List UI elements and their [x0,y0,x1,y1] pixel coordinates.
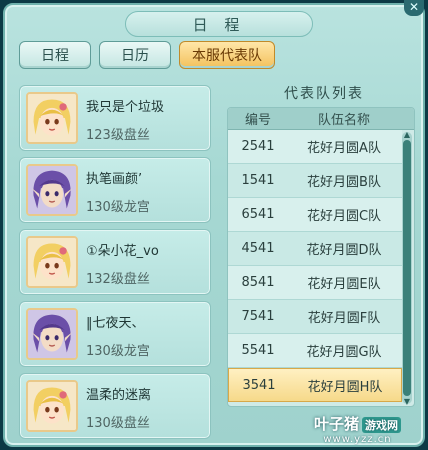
tab-bar: 日程 日历 本服代表队 [19,41,275,69]
purple-hair-avatar [26,164,78,216]
player-card[interactable]: 温柔的迷离 130级盘丝 [19,373,211,439]
player-name: 我只是个垃圾 [86,100,165,115]
table-row[interactable]: 4541 花好月圆D队 [228,232,402,266]
table-row[interactable]: 6541 花好月圆C队 [228,198,402,232]
player-name: ①朵小花_vo [86,244,159,259]
table-header: 编号 队伍名称 [228,108,414,130]
player-name: 执笔画颜’ [86,172,143,187]
tab-schedule[interactable]: 日程 [19,41,91,69]
watermark-brand: 叶子猪 [313,415,359,433]
team-name: 花好月圆G队 [306,345,382,360]
scrollbar[interactable]: ▲ ▼ [402,130,412,406]
team-id: 3541 [242,377,276,393]
player-card[interactable]: ‖七夜天、 130级龙宫 [19,301,211,367]
title-bar: 日 程 [125,11,313,37]
team-id: 7541 [241,309,275,324]
team-name: 花好月圆F队 [307,311,381,326]
team-list-title: 代表队列表 [284,86,364,102]
player-card[interactable]: 执笔画颜’ 130级龙宫 [19,157,211,223]
team-table: 编号 队伍名称 2541 花好月圆A队 1541 花好月圆B队 6541 花好月圆C队 45… [227,107,415,407]
table-row[interactable]: 8541 花好月圆E队 [228,266,402,300]
tab-server-team[interactable]: 本服代表队 [179,41,275,69]
watermark-logo: 叶子猪 游戏网 www.yzz.cn [314,413,401,445]
blonde-girl-avatar [26,380,78,432]
schedule-window: 日 程 日程 日历 本服代表队 我只是个垃圾 123级盘丝 执笔画颜’ 130级龙宫 ①… [3,3,425,447]
table-row[interactable]: 2541 花好月圆A队 [228,130,402,164]
blonde-girl-avatar [26,236,78,288]
scroll-up-arrow-icon[interactable]: ▲ [402,130,412,139]
column-header-id: 编号 [244,113,271,128]
team-id: 1541 [241,173,275,188]
watermark-badge: 游戏网 [362,417,401,433]
team-name: 花好月圆H队 [307,379,383,395]
table-row[interactable]: 7541 花好月圆F队 [228,300,402,334]
close-icon[interactable]: ✕ [404,0,424,16]
player-level-school: 130级龙宫 [86,200,150,215]
team-id: 6541 [241,207,275,222]
column-header-name: 队伍名称 [317,113,370,128]
player-level-school: 130级盘丝 [86,416,150,431]
player-name: ‖七夜天、 [86,316,145,331]
table-row[interactable]: 3541 花好月圆H队 [228,368,402,402]
scroll-down-arrow-icon[interactable]: ▼ [402,397,412,406]
team-id: 4541 [241,241,275,256]
player-name: 温柔的迷离 [86,388,152,403]
team-id: 5541 [241,343,275,358]
table-rows: 2541 花好月圆A队 1541 花好月圆B队 6541 花好月圆C队 4541 花好月圆D队… [228,130,402,402]
team-id: 8541 [241,275,275,290]
blonde-girl-avatar [26,92,78,144]
purple-hair-avatar [26,308,78,360]
team-list-panel: 代表队列表 编号 队伍名称 2541 花好月圆A队 1541 花好月圆B队 6541 花好… [227,83,421,407]
table-row[interactable]: 5541 花好月圆G队 [228,334,402,368]
player-level-school: 123级盘丝 [86,128,150,143]
team-name: 花好月圆C队 [306,209,382,224]
window-title: 日 程 [192,15,246,34]
team-name: 花好月圆B队 [307,175,381,190]
player-card[interactable]: ①朵小花_vo 132级盘丝 [19,229,211,295]
team-id: 2541 [241,139,275,154]
table-row[interactable]: 1541 花好月圆B队 [228,164,402,198]
player-level-school: 132级盘丝 [86,272,150,287]
tab-calendar[interactable]: 日历 [99,41,171,69]
team-member-list: 我只是个垃圾 123级盘丝 执笔画颜’ 130级龙宫 ①朵小花_vo 132级盘丝 ‖七夜天… [19,85,211,445]
team-name: 花好月圆A队 [307,141,381,156]
scrollbar-thumb[interactable] [403,140,411,396]
player-card[interactable]: 我只是个垃圾 123级盘丝 [19,85,211,151]
team-name: 花好月圆D队 [306,243,382,258]
player-level-school: 130级龙宫 [86,344,150,359]
team-name: 花好月圆E队 [307,277,381,292]
watermark-url: www.yzz.cn [323,434,392,445]
